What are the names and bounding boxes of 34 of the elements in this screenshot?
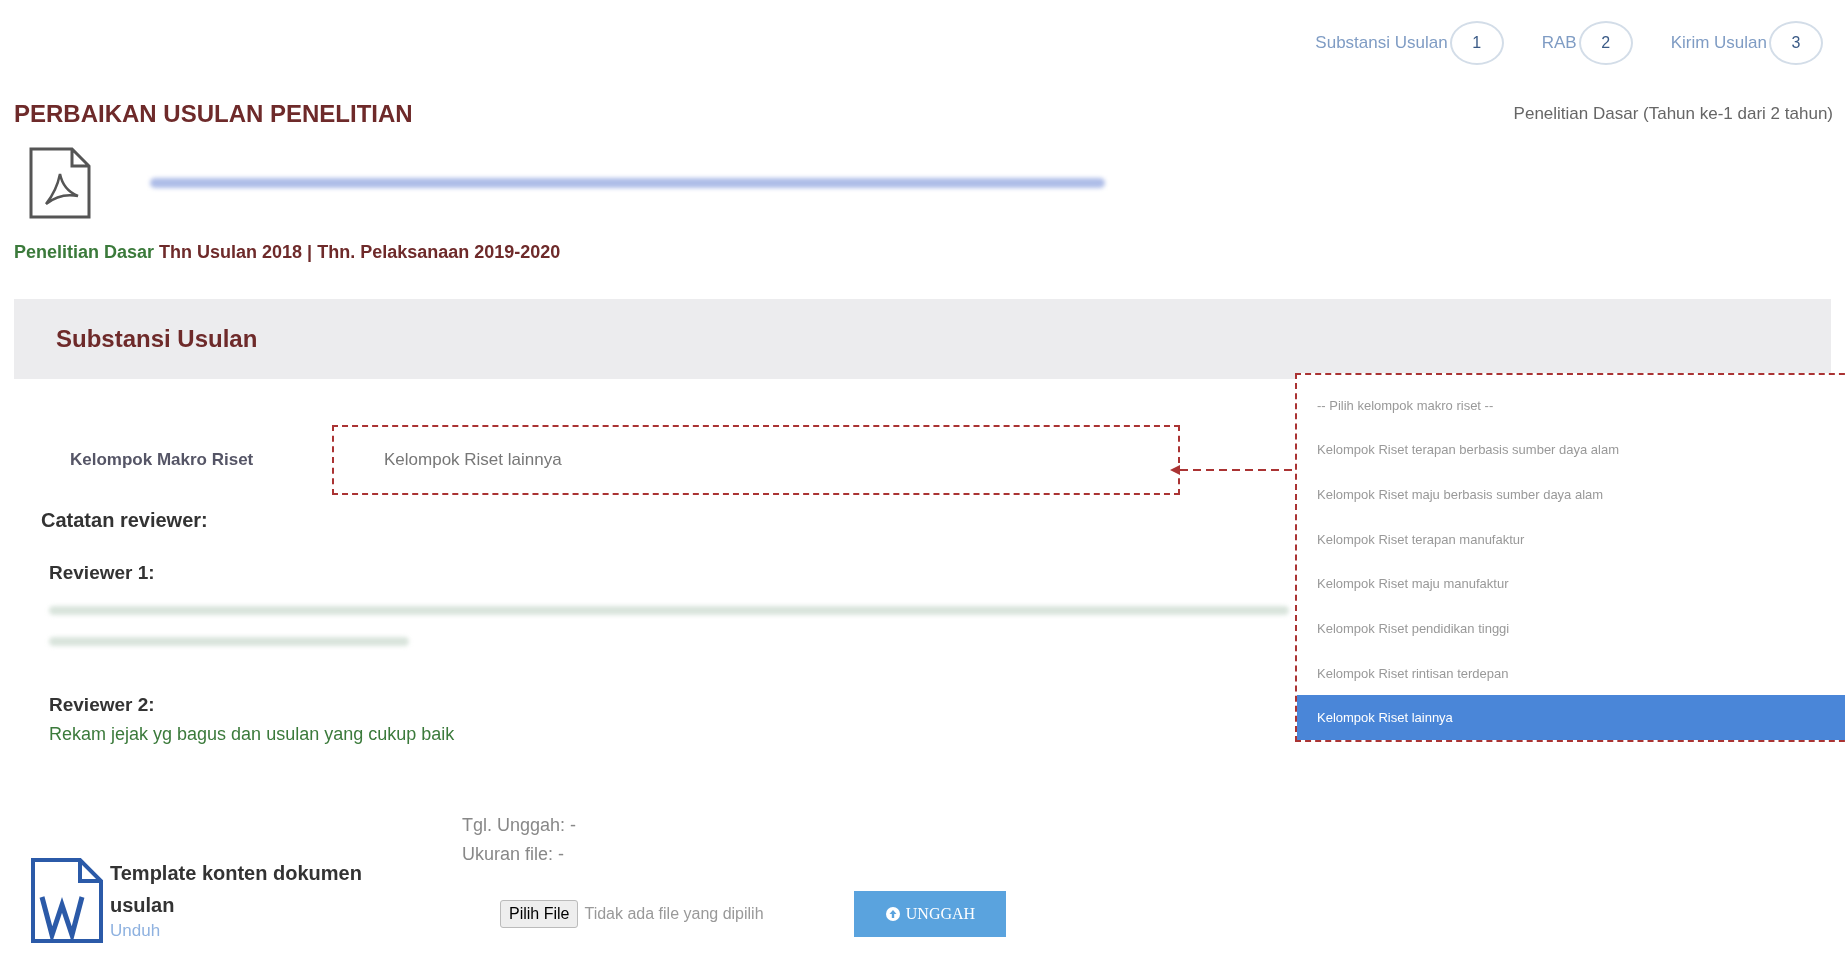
dropdown-option[interactable]: Kelompok Riset terapan manufaktur	[1297, 516, 1845, 562]
dropdown-option[interactable]: Kelompok Riset rintisan terdepan	[1297, 650, 1845, 696]
page-title: PERBAIKAN USULAN PENELITIAN	[14, 100, 413, 128]
choose-file-button[interactable]: Pilih File	[500, 900, 579, 928]
upload-button[interactable]: UNGGAH	[854, 891, 1007, 937]
reviewer-name: Reviewer 1:	[49, 562, 155, 584]
scheme-info: Penelitian Dasar (Tahun ke-1 dari 2 tahun)	[1513, 104, 1833, 124]
dropdown-option[interactable]: Kelompok Riset maju manufaktur	[1297, 561, 1845, 607]
dropdown-option[interactable]: Kelompok Riset lainnya	[1297, 695, 1845, 740]
upload-date: Tgl. Unggah: -	[462, 815, 578, 836]
file-status: Tidak ada file yang dipilih	[584, 905, 765, 923]
upload-icon	[885, 907, 900, 921]
file-size: Ukuran file: -	[462, 844, 566, 865]
dropdown-option[interactable]: Kelompok Riset terapan berbasis sumber daya alam	[1297, 427, 1845, 473]
pdf-file-icon[interactable]	[28, 146, 92, 220]
reviewer-name: Reviewer 2:	[49, 694, 155, 716]
step-number[interactable]: 3	[1769, 21, 1823, 65]
dropdown-option[interactable]: -- Pilih kelompok makro riset --	[1297, 383, 1845, 428]
section-title: Substansi Usulan	[56, 325, 258, 353]
step-number[interactable]: 2	[1578, 21, 1633, 65]
dropdown-option[interactable]: Kelompok Riset maju berbasis sumber daya alam	[1297, 472, 1845, 517]
step-label[interactable]: RAB	[1541, 33, 1577, 53]
proposal-meta: Penelitian Dasar Thn Usulan 2018 | Thn. Pelaksanaan 2019-2020	[13, 241, 562, 263]
word-file-icon[interactable]	[30, 857, 104, 943]
step-label[interactable]: Kirim Usulan	[1670, 33, 1767, 53]
field-label: Kelompok Makro Riset	[70, 450, 255, 470]
template-title: Template konten dokumen usulan	[110, 861, 363, 918]
download-link[interactable]: Unduh	[110, 921, 161, 940]
step-number[interactable]: 1	[1449, 21, 1504, 65]
dropdown-option[interactable]: Kelompok Riset pendidikan tinggi	[1297, 606, 1845, 651]
select-field[interactable]: Kelompok Riset lainnya	[332, 425, 1180, 495]
step-label[interactable]: Substansi Usulan	[1315, 33, 1448, 53]
notes-title: Catatan reviewer:	[41, 509, 208, 532]
reviewer-comment: Rekam jejak yg bagus dan usulan yang cukup baik	[49, 723, 455, 745]
